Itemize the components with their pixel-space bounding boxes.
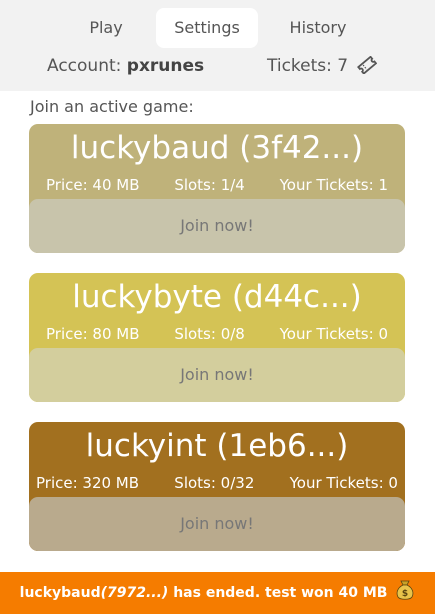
game-stats: Price: 40 MB Slots: 1/4 Your Tickets: 1 — [29, 174, 405, 196]
game-slots: Slots: 0/8 — [174, 325, 245, 343]
svg-text:$: $ — [402, 589, 408, 599]
game-ended-notification: luckybaud(7972...) has ended. test won 4… — [0, 572, 435, 614]
notification-game: luckybaud — [19, 585, 101, 601]
game-stats: Price: 320 MB Slots: 0/32 Your Tickets: … — [29, 472, 405, 494]
game-your-tickets: Your Tickets: 1 — [279, 176, 388, 194]
game-your-tickets: Your Tickets: 0 — [279, 325, 388, 343]
game-card: luckyint (1eb6...) Price: 320 MB Slots: … — [29, 422, 405, 551]
game-title: luckybaud (3f42...) — [70, 130, 364, 166]
account-info: Account: pxrunes — [47, 54, 204, 78]
nav-tabs: Play Settings History — [0, 8, 435, 48]
join-now-button[interactable]: Join now! — [29, 348, 405, 402]
tickets-info: Tickets: 7 — [267, 54, 377, 81]
game-your-tickets: Your Tickets: 0 — [289, 474, 398, 492]
ticket-icon — [356, 55, 377, 81]
game-price: Price: 320 MB — [36, 474, 140, 492]
join-now-button[interactable]: Join now! — [29, 497, 405, 551]
tickets-label: Tickets: — [267, 56, 332, 76]
join-now-button[interactable]: Join now! — [29, 199, 405, 253]
account-label: Account: — [47, 56, 122, 76]
game-slots: Slots: 1/4 — [174, 176, 245, 194]
game-title: luckyint (1eb6...) — [85, 428, 349, 464]
account-name: pxrunes — [126, 56, 205, 76]
money-bag-icon: $ — [395, 576, 415, 614]
game-slots: Slots: 0/32 — [174, 474, 255, 492]
game-card: luckybyte (d44c...) Price: 80 MB Slots: … — [29, 273, 405, 402]
notification-game-id: (7972...) — [100, 585, 169, 601]
game-title: luckybyte (d44c...) — [72, 279, 362, 315]
game-card: luckybaud (3f42...) Price: 40 MB Slots: … — [29, 124, 405, 253]
game-price: Price: 80 MB — [46, 325, 140, 343]
game-price: Price: 40 MB — [46, 176, 140, 194]
notification-message: has ended. test won 40 MB — [168, 585, 388, 601]
game-stats: Price: 80 MB Slots: 0/8 Your Tickets: 0 — [29, 323, 405, 345]
tab-history[interactable]: History — [268, 8, 368, 48]
tab-play[interactable]: Play — [56, 8, 156, 48]
top-header: Play Settings History Account: pxrunes T… — [0, 0, 435, 91]
tab-settings[interactable]: Settings — [156, 8, 258, 48]
join-game-heading: Join an active game: — [30, 97, 194, 116]
tickets-count: 7 — [337, 56, 349, 76]
